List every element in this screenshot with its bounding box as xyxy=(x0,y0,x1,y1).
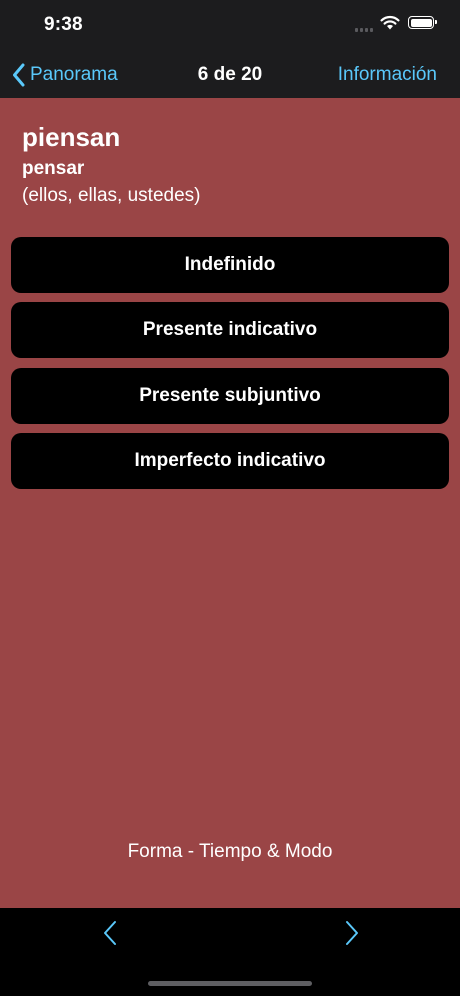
next-button[interactable] xyxy=(340,920,364,946)
previous-button[interactable] xyxy=(98,920,122,946)
chevron-right-icon xyxy=(346,921,358,945)
home-indicator xyxy=(148,981,312,986)
bottom-toolbar xyxy=(0,908,460,996)
cellular-signal-icon xyxy=(355,26,377,32)
option-button[interactable]: Imperfecto indicativo xyxy=(11,433,449,489)
battery-icon xyxy=(408,16,437,29)
quiz-card: piensan pensar (ellos, ellas, ustedes) I… xyxy=(0,98,460,908)
conjugated-word: piensan xyxy=(22,122,121,152)
pronouns: (ellos, ellas, ustedes) xyxy=(22,185,201,206)
option-button[interactable]: Presente subjuntivo xyxy=(11,368,449,424)
wifi-icon xyxy=(380,15,400,30)
status-time: 9:38 xyxy=(44,14,83,35)
navigation-bar: Panorama 6 de 20 Información xyxy=(0,50,460,98)
infinitive: pensar xyxy=(22,158,85,179)
info-button[interactable]: Información xyxy=(338,64,437,86)
chevron-left-icon xyxy=(104,921,116,945)
question-type-label: Forma - Tiempo & Modo xyxy=(127,841,333,862)
status-bar: 9:38 xyxy=(0,0,460,50)
option-button[interactable]: Presente indicativo xyxy=(11,302,449,358)
option-button[interactable]: Indefinido xyxy=(11,237,449,293)
